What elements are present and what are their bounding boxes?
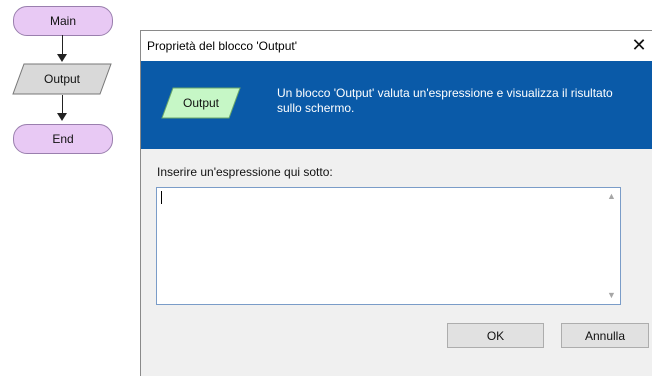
ok-button[interactable]: OK <box>447 323 544 348</box>
cancel-button[interactable]: Annulla <box>561 323 649 348</box>
expression-input[interactable]: ▲ ▼ <box>156 187 621 305</box>
close-icon[interactable]: ✕ <box>629 35 649 55</box>
flowchart-connector <box>62 95 63 115</box>
dialog-titlebar[interactable]: Proprietà del blocco 'Output' ✕ <box>141 31 652 61</box>
expression-scrollbar[interactable]: ▲ ▼ <box>603 188 620 304</box>
banner-output-shape: Output <box>161 87 241 119</box>
dialog-banner: Output Un blocco 'Output' valuta un'espr… <box>141 61 652 149</box>
dialog-title: Proprietà del blocco 'Output' <box>147 39 297 53</box>
dialog-content: Inserire un'espressione qui sotto: ▲ ▼ O… <box>141 149 652 376</box>
flowchart-end-block[interactable]: End <box>13 124 113 154</box>
flowchart-arrow <box>57 54 67 62</box>
flowchart-start-label: Main <box>49 14 76 28</box>
flowchart-output-block[interactable]: Output <box>12 63 112 95</box>
flowchart-end-label: End <box>52 132 74 146</box>
scroll-up-icon[interactable]: ▲ <box>603 188 620 205</box>
flowchart-start-block[interactable]: Main <box>13 6 113 36</box>
flowchart-arrow <box>57 113 67 121</box>
text-caret <box>161 191 162 204</box>
banner-shape-label: Output <box>182 96 220 110</box>
expression-prompt-label: Inserire un'espressione qui sotto: <box>157 165 333 179</box>
flowchart-canvas: Main Output End <box>0 0 140 363</box>
output-properties-dialog: Proprietà del blocco 'Output' ✕ Output U… <box>140 30 652 376</box>
scroll-down-icon[interactable]: ▼ <box>603 287 620 304</box>
banner-description: Un blocco 'Output' valuta un'espressione… <box>277 86 613 115</box>
flowchart-output-label: Output <box>43 72 81 86</box>
